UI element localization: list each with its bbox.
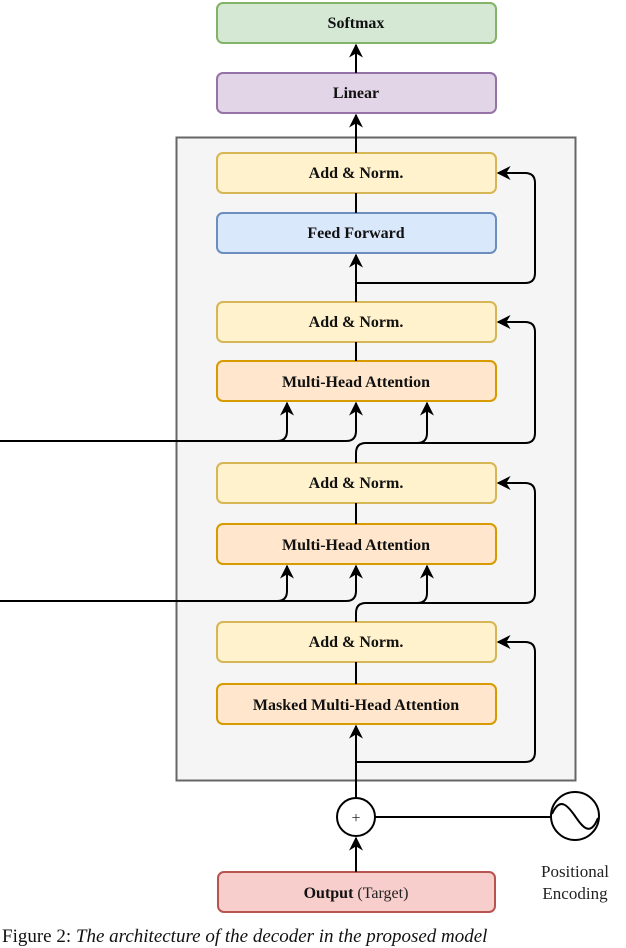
output-bold-label: Output <box>304 885 354 902</box>
positional-encoding-label-2: Encoding <box>542 884 608 903</box>
add-norm-block-3: Add & Norm. <box>216 462 497 504</box>
sine-wave-icon <box>550 791 600 841</box>
add-norm-block-2: Add & Norm. <box>216 301 497 343</box>
decoder-diagram: Softmax Linear Add & Norm. Feed Forward … <box>0 2 609 913</box>
masked-mha-label: Masked Multi-Head Attention <box>253 697 459 714</box>
masked-multi-head-attention-block: Masked Multi-Head Attention <box>216 683 497 725</box>
multi-head-attention-block-1: Multi-Head Attention <box>216 360 497 402</box>
softmax-block: Softmax <box>216 2 497 44</box>
add-norm-label: Add & Norm. <box>309 165 404 182</box>
softmax-label: Softmax <box>328 15 385 32</box>
add-norm-block-1: Add & Norm. <box>216 152 497 194</box>
sum-node: + <box>336 797 376 837</box>
mha-label: Multi-Head Attention <box>282 374 430 391</box>
add-norm-label: Add & Norm. <box>309 314 404 331</box>
plus-icon: + <box>351 810 360 827</box>
add-norm-block-4: Add & Norm. <box>216 621 497 663</box>
positional-encoding-label-1: Positional <box>541 862 609 881</box>
add-norm-label: Add & Norm. <box>309 634 404 651</box>
output-target-label: (Target) <box>353 885 408 902</box>
caption-text: The architecture of the decoder in the p… <box>75 926 488 947</box>
output-label: Output (Target) <box>304 885 409 902</box>
output-target-block: Output (Target) <box>217 871 496 913</box>
linear-block: Linear <box>216 72 497 114</box>
mha-label: Multi-Head Attention <box>282 537 430 554</box>
multi-head-attention-block-2: Multi-Head Attention <box>216 523 497 565</box>
linear-label: Linear <box>333 85 379 102</box>
feed-forward-label: Feed Forward <box>307 225 404 242</box>
caption-label: Figure 2: <box>2 926 72 947</box>
feed-forward-block: Feed Forward <box>216 212 497 254</box>
add-norm-label: Add & Norm. <box>309 475 404 492</box>
figure-caption: Figure 2: The architecture of the decode… <box>2 926 487 948</box>
